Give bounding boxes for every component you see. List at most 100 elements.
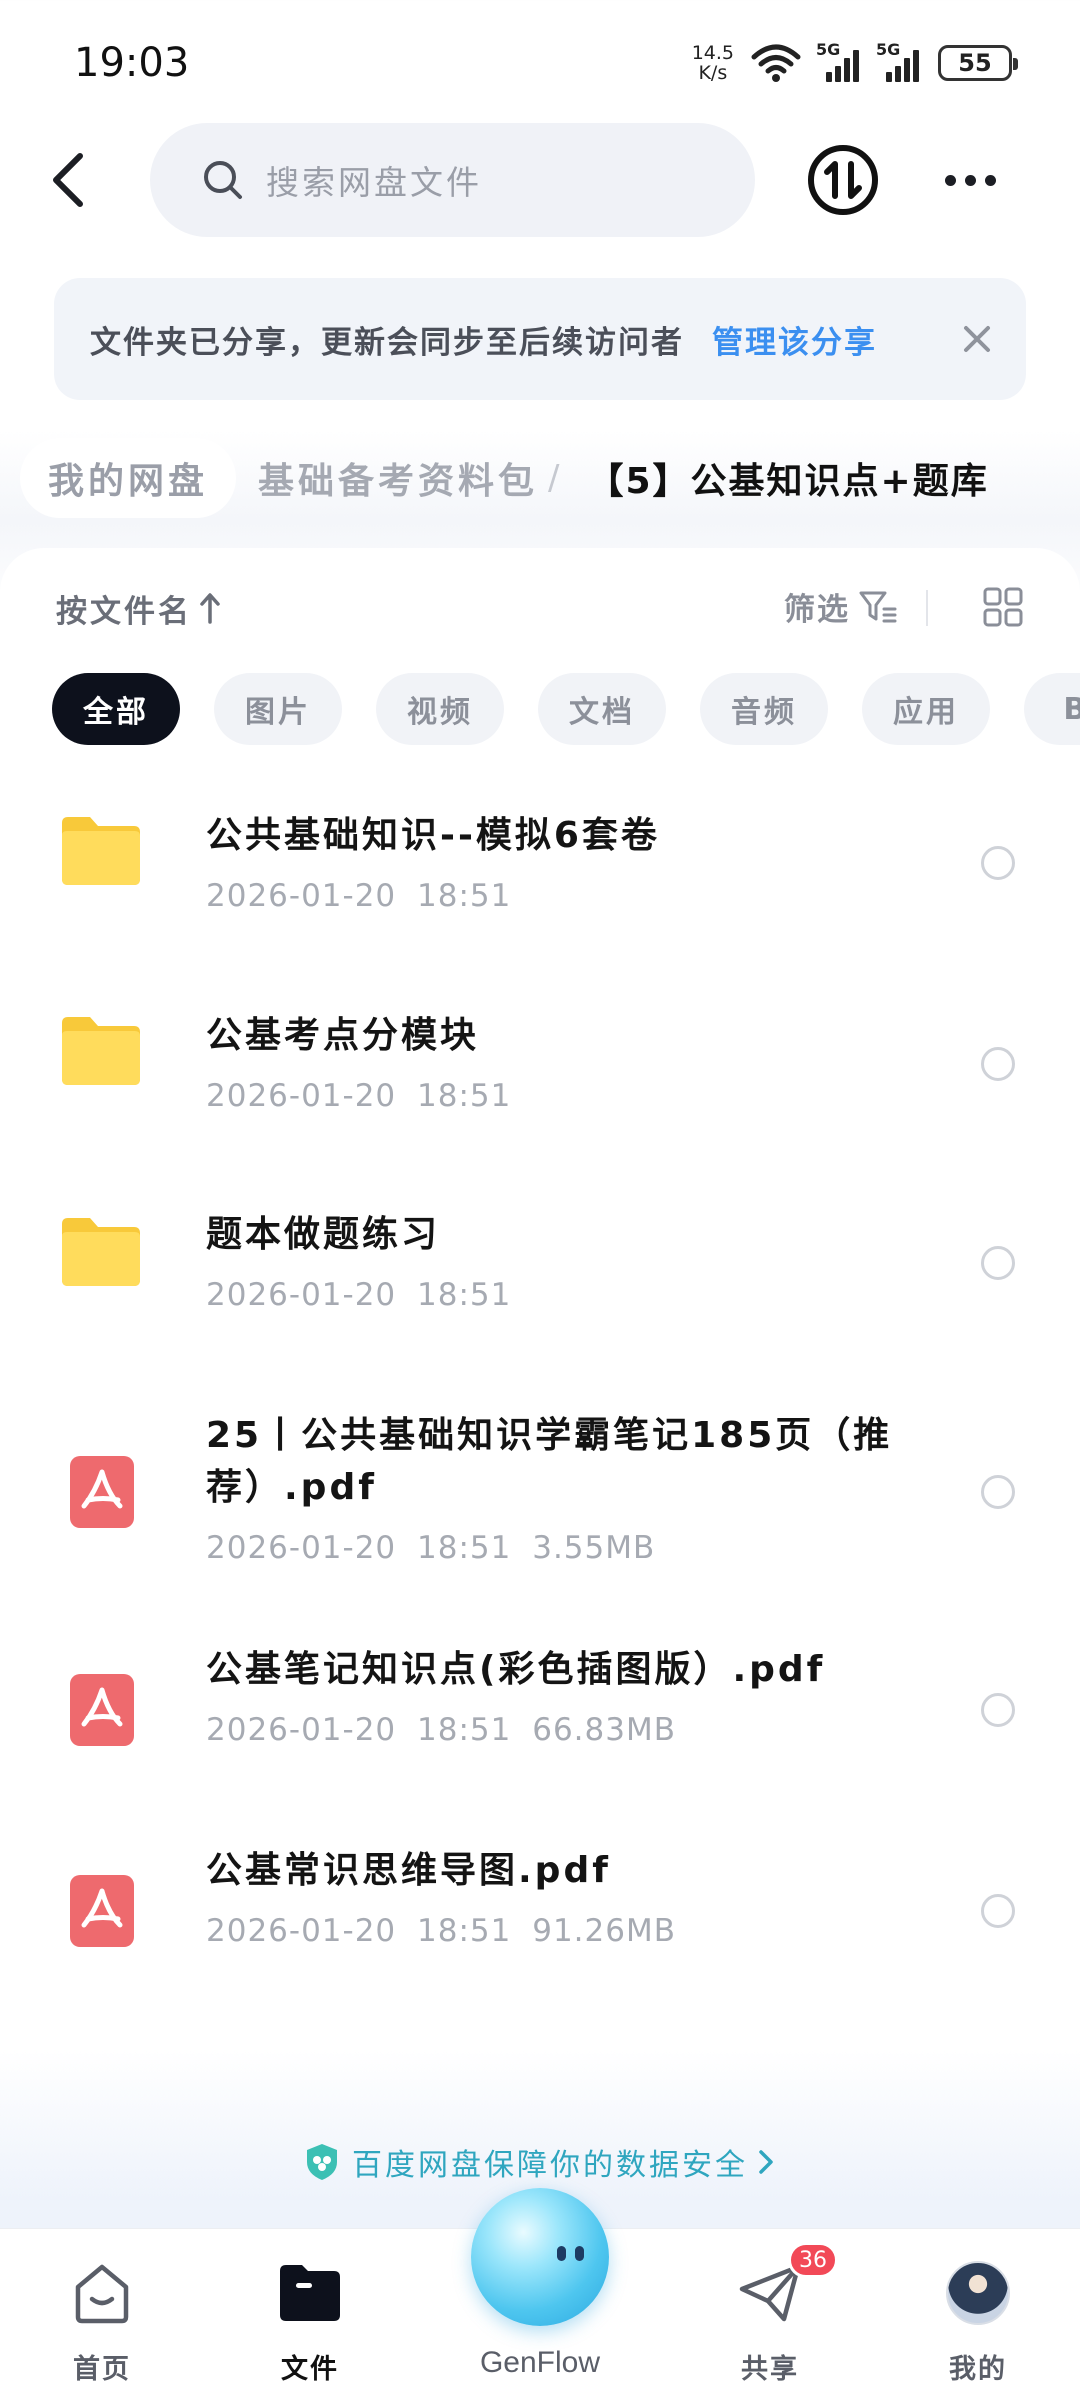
grid-view-icon[interactable] [982, 586, 1024, 628]
pdf-icon [70, 1875, 134, 1947]
breadcrumb-parent[interactable]: 基础备考资料包 [258, 452, 538, 504]
filter-icon [859, 591, 897, 622]
nav-mine-label: 我的 [949, 2354, 1007, 2385]
file-name: 25丨公共基础知识学霸笔记185页（推荐）.pdf [206, 1415, 893, 1508]
file-name: 公基常识思维导图.pdf [206, 1850, 611, 1891]
list-item[interactable]: 公基考点分模块 2026-01-20 18:51 [0, 968, 1080, 1169]
network-speed-value: 14.5 [691, 42, 734, 64]
genflow-eye-icon [557, 2246, 566, 2261]
file-size: 91.26MB [532, 1913, 676, 1949]
status-bar: 19:03 14.5 K/s 5G 5G 55 [0, 0, 1080, 130]
genflow-label: GenFlow [479, 2346, 601, 2379]
chip-bt[interactable]: BT [1024, 673, 1080, 745]
file-list: 公共基础知识--模拟6套卷 2026-01-20 18:51 公基考点分模块 2… [0, 768, 1080, 2026]
file-date: 2026-01-20 [206, 1277, 397, 1313]
nav-mine[interactable]: 我的 [898, 2229, 1058, 2398]
search-input[interactable]: 搜索网盘文件 [150, 123, 755, 237]
share-banner: 文件夹已分享，更新会同步至后续访问者 管理该分享 [54, 278, 1026, 400]
file-date: 2026-01-20 [206, 1913, 397, 1949]
more-dot-icon [984, 174, 996, 186]
chevron-right-icon [759, 2150, 773, 2174]
chip-all[interactable]: 全部 [52, 673, 180, 745]
folder-icon [62, 1017, 140, 1085]
battery-level: 55 [958, 49, 992, 77]
security-notice[interactable]: 百度网盘保障你的数据安全 [0, 2132, 1080, 2192]
file-name: 公共基础知识--模拟6套卷 [206, 815, 660, 856]
file-meta: 2026-01-20 18:51 91.26MB [206, 1913, 676, 1949]
file-date: 2026-01-20 [206, 1530, 397, 1566]
list-item[interactable]: 题本做题练习 2026-01-20 18:51 [0, 1169, 1080, 1374]
back-button[interactable] [38, 144, 98, 216]
shield-icon [307, 2144, 337, 2180]
nav-files-label: 文件 [281, 2354, 339, 2385]
more-options-button[interactable] [930, 150, 1010, 210]
share-count-badge: 36 [788, 2242, 838, 2278]
signal-5g-1-icon: 5G [816, 40, 862, 82]
file-name: 公基笔记知识点(彩色插图版）.pdf [206, 1649, 826, 1690]
file-meta: 2026-01-20 18:51 [206, 878, 511, 914]
pdf-icon [70, 1674, 134, 1746]
breadcrumb-root[interactable]: 我的网盘 [20, 438, 237, 518]
chip-documents[interactable]: 文档 [538, 673, 666, 745]
file-name: 题本做题练习 [206, 1214, 441, 1255]
list-item[interactable]: 公基笔记知识点(彩色插图版）.pdf 2026-01-20 18:51 66.8… [0, 1624, 1080, 1825]
select-checkbox[interactable] [981, 1894, 1015, 1928]
network-speed: 14.5 K/s [692, 43, 734, 83]
folder-filled-icon [280, 2265, 340, 2321]
chip-audio[interactable]: 音频 [700, 673, 828, 745]
list-item[interactable]: 公共基础知识--模拟6套卷 2026-01-20 18:51 [0, 768, 1080, 968]
close-icon[interactable] [954, 316, 1000, 362]
status-time: 19:03 [74, 40, 190, 86]
signal-5g-2-icon: 5G [876, 40, 922, 82]
select-checkbox[interactable] [981, 1047, 1015, 1081]
signal-1-label: 5G [816, 40, 841, 59]
signal-2-label: 5G [876, 40, 901, 59]
file-date: 2026-01-20 [206, 1078, 397, 1114]
select-checkbox[interactable] [981, 1246, 1015, 1280]
sort-button[interactable]: 按文件名 [56, 586, 192, 631]
file-date: 2026-01-20 [206, 1712, 397, 1748]
filter-button[interactable]: 筛选 [784, 584, 898, 629]
file-meta: 2026-01-20 18:51 [206, 1078, 511, 1114]
file-time: 18:51 [417, 1530, 512, 1566]
file-meta: 2026-01-20 18:51 [206, 1277, 511, 1313]
sort-arrow-up-icon[interactable] [198, 590, 222, 626]
more-dot-icon [964, 174, 976, 186]
filter-label: 筛选 [784, 592, 850, 628]
folder-icon [62, 1218, 140, 1286]
file-name: 公基考点分模块 [206, 1015, 480, 1056]
chip-videos[interactable]: 视频 [376, 673, 504, 745]
nav-files[interactable]: 文件 [230, 2229, 390, 2398]
sort-toolbar: 按文件名 筛选 [56, 578, 1032, 638]
file-size: 66.83MB [532, 1712, 676, 1748]
select-checkbox[interactable] [981, 1475, 1015, 1509]
genflow-button[interactable] [471, 2188, 609, 2326]
home-icon [75, 2264, 129, 2324]
top-bar: 搜索网盘文件 [0, 120, 1080, 240]
file-time: 18:51 [417, 1078, 512, 1114]
transfer-icon [808, 145, 878, 215]
nav-home-label: 首页 [73, 2354, 131, 2385]
nav-share-label: 共享 [741, 2354, 799, 2385]
file-meta: 2026-01-20 18:51 3.55MB [206, 1530, 655, 1566]
transfer-button[interactable] [805, 142, 881, 218]
file-meta: 2026-01-20 18:51 66.83MB [206, 1712, 676, 1748]
select-checkbox[interactable] [981, 1693, 1015, 1727]
avatar [946, 2261, 1010, 2325]
manage-share-link[interactable]: 管理该分享 [712, 317, 877, 362]
toolbar-divider [926, 590, 928, 626]
chip-images[interactable]: 图片 [214, 673, 342, 745]
folder-icon [62, 817, 140, 885]
network-speed-unit: K/s [698, 62, 728, 84]
nav-home[interactable]: 首页 [22, 2229, 182, 2398]
breadcrumb-separator: / [548, 458, 560, 498]
list-item[interactable]: 公基常识思维导图.pdf 2026-01-20 18:51 91.26MB [0, 1825, 1080, 2026]
file-time: 18:51 [417, 1277, 512, 1313]
list-item[interactable]: 25丨公共基础知识学霸笔记185页（推荐）.pdf 2026-01-20 18:… [0, 1374, 1080, 1624]
select-checkbox[interactable] [981, 846, 1015, 880]
genflow-eye-icon [575, 2246, 584, 2261]
chip-apps[interactable]: 应用 [862, 673, 990, 745]
file-time: 18:51 [417, 1712, 512, 1748]
file-size: 3.55MB [532, 1530, 656, 1566]
security-notice-text: 百度网盘保障你的数据安全 [352, 2148, 748, 2183]
